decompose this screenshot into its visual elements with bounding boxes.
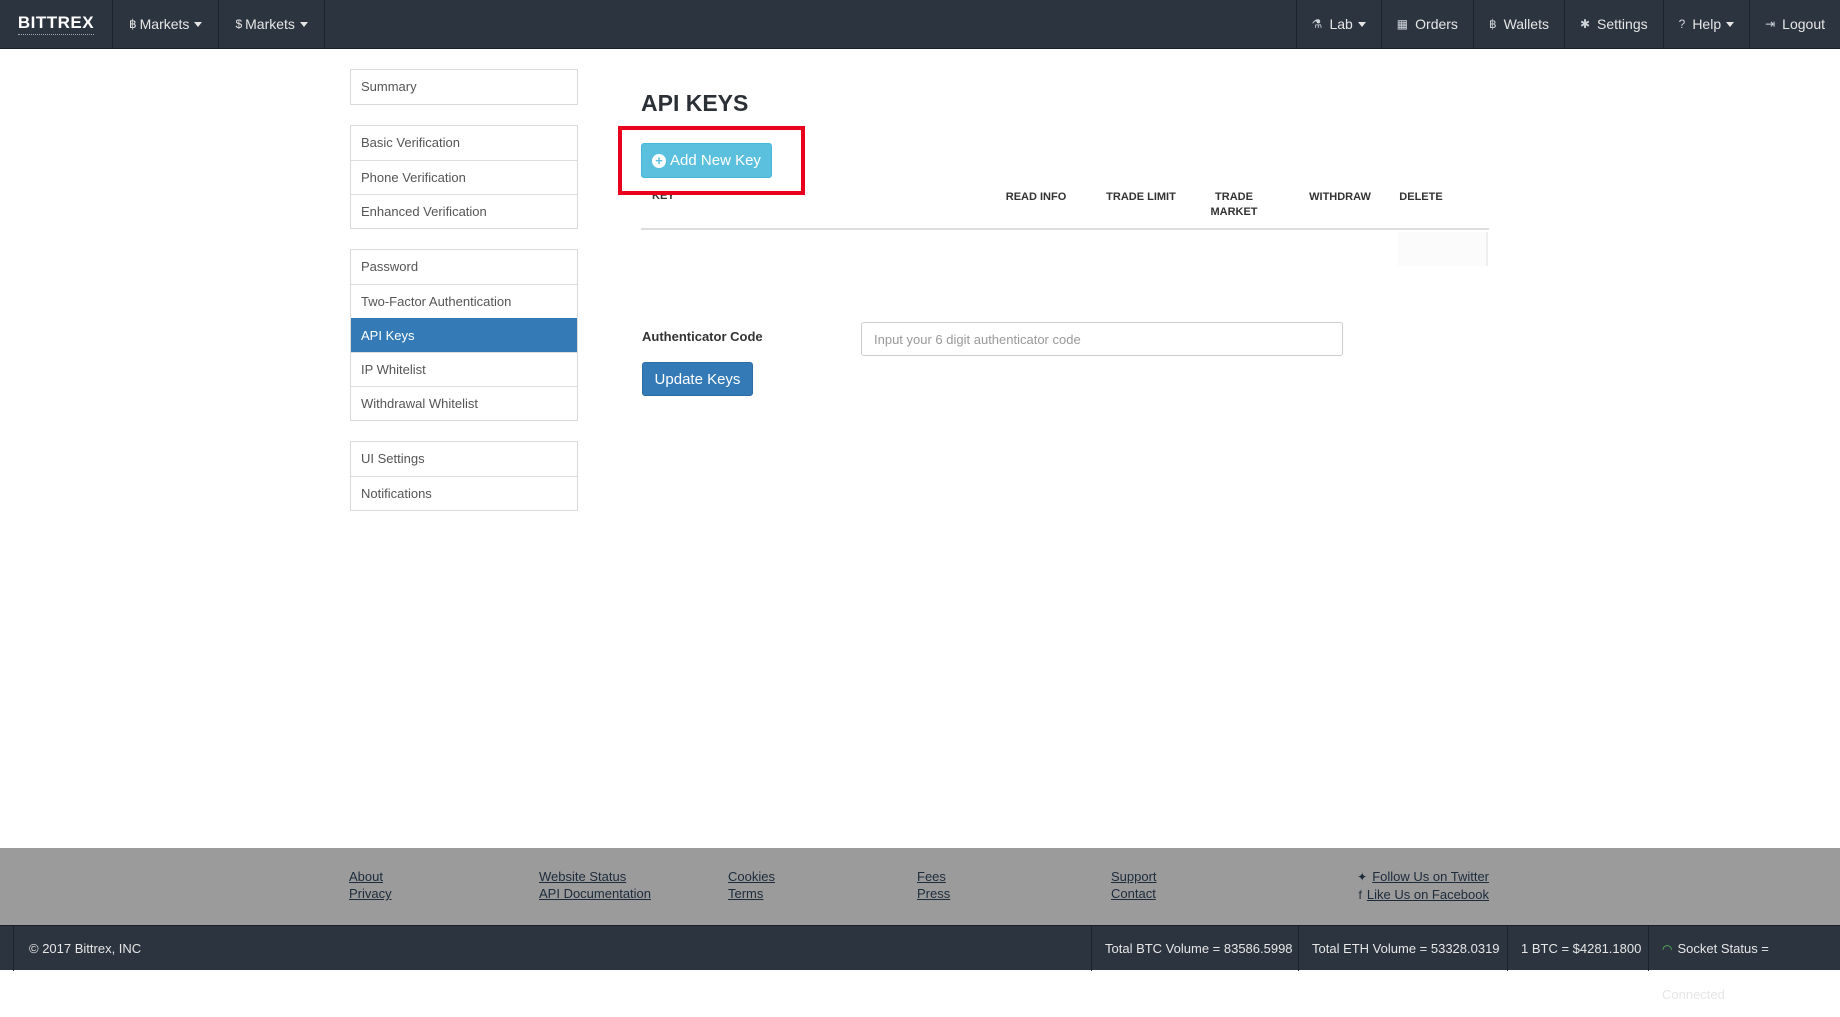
- sidebar-item-ui-settings[interactable]: UI Settings: [351, 442, 577, 476]
- settings-sidebar: Summary Basic Verification Phone Verific…: [350, 69, 578, 531]
- logout-icon: ⇥: [1765, 17, 1776, 31]
- gear-icon: ✱: [1579, 17, 1591, 31]
- nav-help-label: Help: [1692, 16, 1722, 32]
- column-header-read-info: READ INFO: [1005, 191, 1067, 203]
- footer-links: About Privacy Website Status API Documen…: [0, 848, 1840, 925]
- sidebar-item-summary[interactable]: Summary: [351, 70, 577, 104]
- footer-link-about[interactable]: About: [349, 868, 392, 885]
- brand-logo[interactable]: BITTREX: [0, 0, 113, 48]
- sidebar-item-withdrawal-whitelist[interactable]: Withdrawal Whitelist: [351, 386, 577, 420]
- btc-markets-dropdown[interactable]: ฿ Markets: [113, 0, 220, 48]
- status-bar: © 2017 Bittrex, INC Total BTC Volume = 8…: [0, 925, 1840, 1002]
- question-circle-icon: ?: [1678, 17, 1686, 31]
- nav-lab[interactable]: ⚗ Lab: [1295, 0, 1381, 48]
- footer-column-5: Support Contact: [1111, 868, 1157, 902]
- authenticator-code-input[interactable]: [861, 322, 1343, 356]
- footer-link-terms[interactable]: Terms: [728, 885, 775, 902]
- update-keys-button[interactable]: Update Keys: [642, 362, 753, 396]
- sidebar-item-enhanced-verification[interactable]: Enhanced Verification: [351, 194, 577, 228]
- btc-price: 1 BTC = $4281.1800: [1507, 926, 1654, 971]
- nav-orders-label: Orders: [1415, 16, 1458, 32]
- footer-link-support[interactable]: Support: [1111, 868, 1157, 885]
- btc-markets-label: Markets: [139, 16, 190, 32]
- column-header-trade-market-line2: MARKET: [1210, 206, 1258, 218]
- nav-settings[interactable]: ✱ Settings: [1563, 0, 1663, 48]
- nav-logout-label: Logout: [1782, 16, 1825, 32]
- column-header-trade-limit: TRADE LIMIT: [1106, 191, 1176, 203]
- bitcoin-icon: ฿: [129, 17, 137, 31]
- sidebar-group-verification: Basic Verification Phone Verification En…: [350, 125, 578, 229]
- sidebar-group-preferences: UI Settings Notifications: [350, 441, 578, 511]
- sidebar-item-api-keys[interactable]: API Keys: [351, 318, 577, 352]
- footer-column-1: About Privacy: [349, 868, 392, 902]
- facebook-icon: f: [1358, 888, 1362, 902]
- bitcoin-icon: ฿: [1488, 17, 1497, 31]
- authenticator-code-label: Authenticator Code: [642, 329, 763, 344]
- caret-down-icon: [1357, 21, 1366, 27]
- footer-column-3: Cookies Terms: [728, 868, 775, 902]
- footer-link-press[interactable]: Press: [917, 885, 950, 902]
- column-header-trade-market-line1: TRADE: [1215, 191, 1253, 203]
- column-header-trade-market: TRADE MARKET: [1199, 190, 1269, 220]
- sidebar-item-password[interactable]: Password: [351, 250, 577, 284]
- caret-down-icon: [1726, 21, 1735, 27]
- caret-down-icon: [299, 21, 308, 27]
- footer-column-4: Fees Press: [917, 868, 950, 902]
- footer-link-cookies[interactable]: Cookies: [728, 868, 775, 885]
- sidebar-item-phone-verification[interactable]: Phone Verification: [351, 160, 577, 194]
- flask-icon: ⚗: [1311, 17, 1323, 31]
- footer-link-facebook[interactable]: f Like Us on Facebook: [1357, 886, 1489, 904]
- sidebar-group-summary: Summary: [350, 69, 578, 105]
- column-header-withdraw: WITHDRAW: [1309, 191, 1371, 203]
- nav-orders[interactable]: ▦ Orders: [1380, 0, 1473, 48]
- nav-settings-label: Settings: [1597, 16, 1648, 32]
- twitter-icon: ✦: [1357, 870, 1368, 884]
- page-title: API KEYS: [641, 90, 749, 116]
- plus-circle-icon: +: [652, 153, 667, 168]
- sidebar-item-notifications[interactable]: Notifications: [351, 476, 577, 510]
- sidebar-item-basic-verification[interactable]: Basic Verification: [351, 126, 577, 160]
- footer-link-twitter-label: Follow Us on Twitter: [1372, 869, 1489, 884]
- footer-link-contact[interactable]: Contact: [1111, 885, 1157, 902]
- footer-link-privacy[interactable]: Privacy: [349, 885, 392, 902]
- caret-down-icon: [194, 21, 203, 27]
- nav-help[interactable]: ? Help: [1662, 0, 1749, 48]
- copyright-text: © 2017 Bittrex, INC: [13, 926, 141, 971]
- nav-wallets[interactable]: ฿ Wallets: [1472, 0, 1564, 48]
- column-header-delete: DELETE: [1399, 191, 1443, 203]
- footer-social: ✦ Follow Us on Twitter f Like Us on Facebo…: [1357, 868, 1489, 904]
- footer-link-api-documentation[interactable]: API Documentation: [539, 885, 651, 902]
- add-new-key-label: Add New Key: [670, 152, 761, 169]
- wifi-icon: ◠: [1662, 942, 1673, 956]
- usd-markets-dropdown[interactable]: $ Markets: [219, 0, 325, 48]
- footer-link-website-status[interactable]: Website Status: [539, 868, 651, 885]
- add-new-key-button[interactable]: + Add New Key: [641, 143, 772, 178]
- socket-status-label: Socket Status = Connected: [1662, 941, 1769, 1002]
- calendar-icon: ▦: [1396, 17, 1409, 31]
- footer-link-twitter[interactable]: ✦ Follow Us on Twitter: [1357, 868, 1489, 886]
- nav-logout[interactable]: ⇥ Logout: [1749, 0, 1840, 48]
- socket-status: ◠ Socket Status = Connected: [1648, 926, 1840, 1002]
- sidebar-item-ip-whitelist[interactable]: IP Whitelist: [351, 352, 577, 386]
- nav-wallets-label: Wallets: [1503, 16, 1549, 32]
- footer-column-2: Website Status API Documentation: [539, 868, 651, 902]
- empty-table-cell: [1398, 232, 1488, 266]
- footer-link-facebook-label: Like Us on Facebook: [1366, 887, 1489, 902]
- sidebar-group-security: Password Two-Factor Authentication API K…: [350, 249, 578, 421]
- usd-markets-label: Markets: [245, 16, 295, 32]
- total-btc-volume: Total BTC Volume = 83586.5998: [1091, 926, 1306, 971]
- footer-link-fees[interactable]: Fees: [917, 868, 950, 885]
- total-eth-volume: Total ETH Volume = 53328.0319: [1298, 926, 1513, 971]
- nav-lab-label: Lab: [1329, 16, 1353, 32]
- dollar-icon: $: [235, 17, 243, 31]
- top-navbar: BITTREX ฿ Markets $ Markets ⚗ Lab ▦ Orde…: [0, 0, 1840, 49]
- sidebar-item-two-factor[interactable]: Two-Factor Authentication: [351, 284, 577, 318]
